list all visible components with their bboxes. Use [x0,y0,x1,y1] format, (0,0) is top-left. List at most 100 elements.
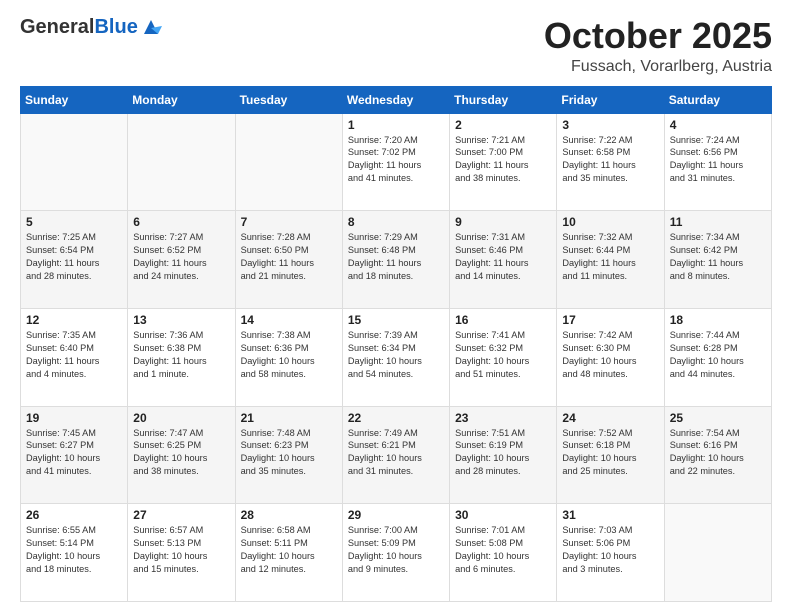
calendar-cell: 1 Sunrise: 7:20 AMSunset: 7:02 PMDaylight… [342,113,449,211]
calendar-table: Sunday Monday Tuesday Wednesday Thursday… [20,86,772,602]
day-info: Sunrise: 7:45 AMSunset: 6:27 PMDaylight:… [26,427,122,479]
calendar-cell: 7 Sunrise: 7:28 AMSunset: 6:50 PMDaylight… [235,211,342,309]
week-row-3: 12Sunrise: 7:35 AMSunset: 6:40 PMDayligh… [21,308,772,406]
day-info: Sunrise: 7:25 AMSunset: 6:54 PMDaylight:… [26,231,122,283]
day-number: 17 [562,313,658,327]
day-number: 28 [241,508,337,522]
day-info: Sunrise: 7:28 AMSunset: 6:50 PMDaylight:… [241,231,337,283]
calendar-cell: 19 Sunrise: 7:45 AMSunset: 6:27 PMDayligh… [21,406,128,504]
day-info: Sunrise: 6:55 AMSunset: 5:14 PMDaylight:… [26,524,122,576]
calendar-subtitle: Fussach, Vorarlberg, Austria [544,58,772,76]
day-number: 24 [562,411,658,425]
calendar-cell: 18 Sunrise: 7:44 AMSunset: 6:28 PMDayligh… [664,308,771,406]
calendar-cell: 29 Sunrise: 7:00 AMSunset: 5:09 PMDayligh… [342,504,449,602]
day-info: Sunrise: 7:38 AMSunset: 6:36 PMDaylight:… [241,329,337,381]
day-info: Sunrise: 7:27 AMSunset: 6:52 PMDaylight:… [133,231,229,283]
calendar-cell: 24 Sunrise: 7:52 AMSunset: 6:18 PMDayligh… [557,406,664,504]
day-number: 10 [562,215,658,229]
header: GeneralBlue October 2025 Fussach, Vorarl… [20,16,772,76]
logo-text: GeneralBlue [20,16,138,38]
calendar-cell: 13 Sunrise: 7:36 AMSunset: 6:38 PMDayligh… [128,308,235,406]
day-info: Sunrise: 7:54 AMSunset: 6:16 PMDaylight:… [670,427,766,479]
week-row-4: 19 Sunrise: 7:45 AMSunset: 6:27 PMDayligh… [21,406,772,504]
calendar-cell: 3 Sunrise: 7:22 AMSunset: 6:58 PMDaylight… [557,113,664,211]
calendar-cell: 26 Sunrise: 6:55 AMSunset: 5:14 PMDayligh… [21,504,128,602]
day-number: 20 [133,411,229,425]
day-info: Sunrise: 7:20 AMSunset: 7:02 PMDaylight:… [348,134,444,186]
day-number: 1 [348,118,444,132]
day-info: Sunrise: 7:47 AMSunset: 6:25 PMDaylight:… [133,427,229,479]
day-number: 31 [562,508,658,522]
day-info: Sunrise: 6:57 AMSunset: 5:13 PMDaylight:… [133,524,229,576]
day-number: 23 [455,411,551,425]
calendar-cell: 14Sunrise: 7:38 AMSunset: 6:36 PMDayligh… [235,308,342,406]
calendar-cell: 16 Sunrise: 7:41 AMSunset: 6:32 PMDayligh… [450,308,557,406]
day-number: 22 [348,411,444,425]
day-number: 29 [348,508,444,522]
calendar-cell: 25 Sunrise: 7:54 AMSunset: 6:16 PMDayligh… [664,406,771,504]
calendar-cell: 30 Sunrise: 7:01 AMSunset: 5:08 PMDayligh… [450,504,557,602]
calendar-cell: 31 Sunrise: 7:03 AMSunset: 5:06 PMDayligh… [557,504,664,602]
day-info: Sunrise: 7:01 AMSunset: 5:08 PMDaylight:… [455,524,551,576]
day-info: Sunrise: 7:41 AMSunset: 6:32 PMDaylight:… [455,329,551,381]
calendar-cell: 5 Sunrise: 7:25 AMSunset: 6:54 PMDaylight… [21,211,128,309]
calendar-cell: 10Sunrise: 7:32 AMSunset: 6:44 PMDayligh… [557,211,664,309]
day-info: Sunrise: 7:42 AMSunset: 6:30 PMDaylight:… [562,329,658,381]
calendar-cell: 4 Sunrise: 7:24 AMSunset: 6:56 PMDaylight… [664,113,771,211]
calendar-cell: 21Sunrise: 7:48 AMSunset: 6:23 PMDayligh… [235,406,342,504]
calendar-cell [128,113,235,211]
day-number: 4 [670,118,766,132]
calendar-cell: 27Sunrise: 6:57 AMSunset: 5:13 PMDayligh… [128,504,235,602]
day-info: Sunrise: 7:51 AMSunset: 6:19 PMDaylight:… [455,427,551,479]
week-row-5: 26 Sunrise: 6:55 AMSunset: 5:14 PMDayligh… [21,504,772,602]
calendar-header-row: Sunday Monday Tuesday Wednesday Thursday… [21,86,772,113]
day-number: 13 [133,313,229,327]
col-wednesday: Wednesday [342,86,449,113]
day-number: 15 [348,313,444,327]
day-number: 16 [455,313,551,327]
day-info: Sunrise: 7:03 AMSunset: 5:06 PMDaylight:… [562,524,658,576]
day-number: 30 [455,508,551,522]
day-number: 19 [26,411,122,425]
day-number: 9 [455,215,551,229]
calendar-cell: 17 Sunrise: 7:42 AMSunset: 6:30 PMDayligh… [557,308,664,406]
day-info: Sunrise: 7:49 AMSunset: 6:21 PMDaylight:… [348,427,444,479]
col-friday: Friday [557,86,664,113]
day-number: 12 [26,313,122,327]
day-info: Sunrise: 7:44 AMSunset: 6:28 PMDaylight:… [670,329,766,381]
calendar-cell: 11Sunrise: 7:34 AMSunset: 6:42 PMDayligh… [664,211,771,309]
day-info: Sunrise: 7:24 AMSunset: 6:56 PMDaylight:… [670,134,766,186]
day-info: Sunrise: 7:00 AMSunset: 5:09 PMDaylight:… [348,524,444,576]
calendar-cell: 12Sunrise: 7:35 AMSunset: 6:40 PMDayligh… [21,308,128,406]
calendar-cell: 28 Sunrise: 6:58 AMSunset: 5:11 PMDayligh… [235,504,342,602]
col-saturday: Saturday [664,86,771,113]
calendar-cell: 6Sunrise: 7:27 AMSunset: 6:52 PMDaylight… [128,211,235,309]
week-row-2: 5 Sunrise: 7:25 AMSunset: 6:54 PMDaylight… [21,211,772,309]
col-thursday: Thursday [450,86,557,113]
day-number: 2 [455,118,551,132]
day-info: Sunrise: 7:31 AMSunset: 6:46 PMDaylight:… [455,231,551,283]
day-info: Sunrise: 7:36 AMSunset: 6:38 PMDaylight:… [133,329,229,381]
calendar-cell: 15Sunrise: 7:39 AMSunset: 6:34 PMDayligh… [342,308,449,406]
col-tuesday: Tuesday [235,86,342,113]
day-info: Sunrise: 7:52 AMSunset: 6:18 PMDaylight:… [562,427,658,479]
logo-icon [140,16,162,38]
calendar-cell [21,113,128,211]
day-number: 7 [241,215,337,229]
day-info: Sunrise: 6:58 AMSunset: 5:11 PMDaylight:… [241,524,337,576]
day-number: 25 [670,411,766,425]
day-info: Sunrise: 7:22 AMSunset: 6:58 PMDaylight:… [562,134,658,186]
day-number: 8 [348,215,444,229]
calendar-cell: 2 Sunrise: 7:21 AMSunset: 7:00 PMDaylight… [450,113,557,211]
calendar-cell: 9 Sunrise: 7:31 AMSunset: 6:46 PMDaylight… [450,211,557,309]
day-info: Sunrise: 7:34 AMSunset: 6:42 PMDaylight:… [670,231,766,283]
day-number: 18 [670,313,766,327]
day-info: Sunrise: 7:21 AMSunset: 7:00 PMDaylight:… [455,134,551,186]
day-number: 26 [26,508,122,522]
page: GeneralBlue October 2025 Fussach, Vorarl… [0,0,792,612]
day-number: 3 [562,118,658,132]
day-number: 5 [26,215,122,229]
day-info: Sunrise: 7:29 AMSunset: 6:48 PMDaylight:… [348,231,444,283]
calendar-cell: 23 Sunrise: 7:51 AMSunset: 6:19 PMDayligh… [450,406,557,504]
week-row-1: 1 Sunrise: 7:20 AMSunset: 7:02 PMDaylight… [21,113,772,211]
